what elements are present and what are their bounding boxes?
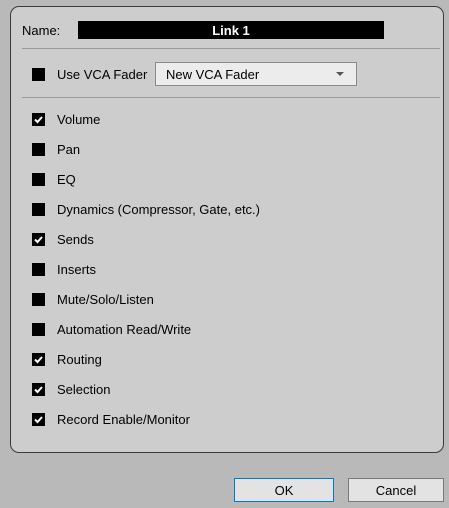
- option-label: Routing: [57, 351, 102, 367]
- name-label: Name:: [22, 22, 61, 38]
- name-row: Name: Link 1: [22, 16, 384, 44]
- link-options-list: Volume Pan EQ Dynamics (Compressor, Gate, e…: [32, 104, 412, 434]
- cancel-button[interactable]: Cancel: [348, 478, 444, 502]
- use-vca-fader-checkbox[interactable]: [32, 67, 45, 81]
- option-checkbox[interactable]: [32, 352, 45, 366]
- option-row[interactable]: Automation Read/Write: [32, 314, 412, 344]
- option-checkbox[interactable]: [32, 322, 45, 336]
- option-checkbox[interactable]: [32, 262, 45, 276]
- option-checkbox[interactable]: [32, 142, 45, 156]
- vca-fader-dropdown-value: New VCA Fader: [166, 66, 260, 82]
- option-checkbox[interactable]: [32, 232, 45, 246]
- use-vca-fader-label: Use VCA Fader: [57, 66, 148, 82]
- option-row[interactable]: EQ: [32, 164, 412, 194]
- option-row[interactable]: Mute/Solo/Listen: [32, 284, 412, 314]
- separator: [22, 48, 440, 49]
- option-row[interactable]: Volume: [32, 104, 412, 134]
- chevron-down-icon: [336, 72, 344, 76]
- option-checkbox[interactable]: [32, 202, 45, 216]
- option-label: Selection: [57, 381, 111, 397]
- option-label: Pan: [57, 141, 81, 157]
- option-label: Sends: [57, 231, 94, 247]
- option-checkbox[interactable]: [32, 382, 45, 396]
- option-row[interactable]: Routing: [32, 344, 412, 374]
- vca-row: Use VCA Fader New VCA Fader: [32, 62, 357, 86]
- checkmark-icon: [34, 415, 43, 423]
- option-checkbox[interactable]: [32, 412, 45, 426]
- link-settings-dialog: Name: Link 1 Use VCA Fader New VCA Fader…: [0, 0, 449, 508]
- option-label: Inserts: [57, 261, 97, 277]
- checkmark-icon: [34, 235, 43, 243]
- name-field[interactable]: Link 1: [78, 21, 384, 39]
- ok-button[interactable]: OK: [234, 478, 334, 502]
- option-checkbox[interactable]: [32, 112, 45, 126]
- checkmark-icon: [34, 115, 43, 123]
- option-label: Dynamics (Compressor, Gate, etc.): [57, 201, 260, 217]
- separator: [22, 97, 440, 98]
- option-checkbox[interactable]: [32, 172, 45, 186]
- option-label: Record Enable/Monitor: [57, 411, 190, 427]
- option-row[interactable]: Selection: [32, 374, 412, 404]
- option-row[interactable]: Pan: [32, 134, 412, 164]
- option-label: Automation Read/Write: [57, 321, 192, 337]
- option-label: Mute/Solo/Listen: [57, 291, 154, 307]
- option-label: Volume: [57, 111, 101, 127]
- option-row[interactable]: Inserts: [32, 254, 412, 284]
- option-row[interactable]: Dynamics (Compressor, Gate, etc.): [32, 194, 412, 224]
- option-row[interactable]: Sends: [32, 224, 412, 254]
- checkmark-icon: [34, 385, 43, 393]
- option-checkbox[interactable]: [32, 292, 45, 306]
- vca-fader-dropdown[interactable]: New VCA Fader: [155, 62, 357, 86]
- checkmark-icon: [34, 355, 43, 363]
- option-row[interactable]: Record Enable/Monitor: [32, 404, 412, 434]
- option-label: EQ: [57, 171, 76, 187]
